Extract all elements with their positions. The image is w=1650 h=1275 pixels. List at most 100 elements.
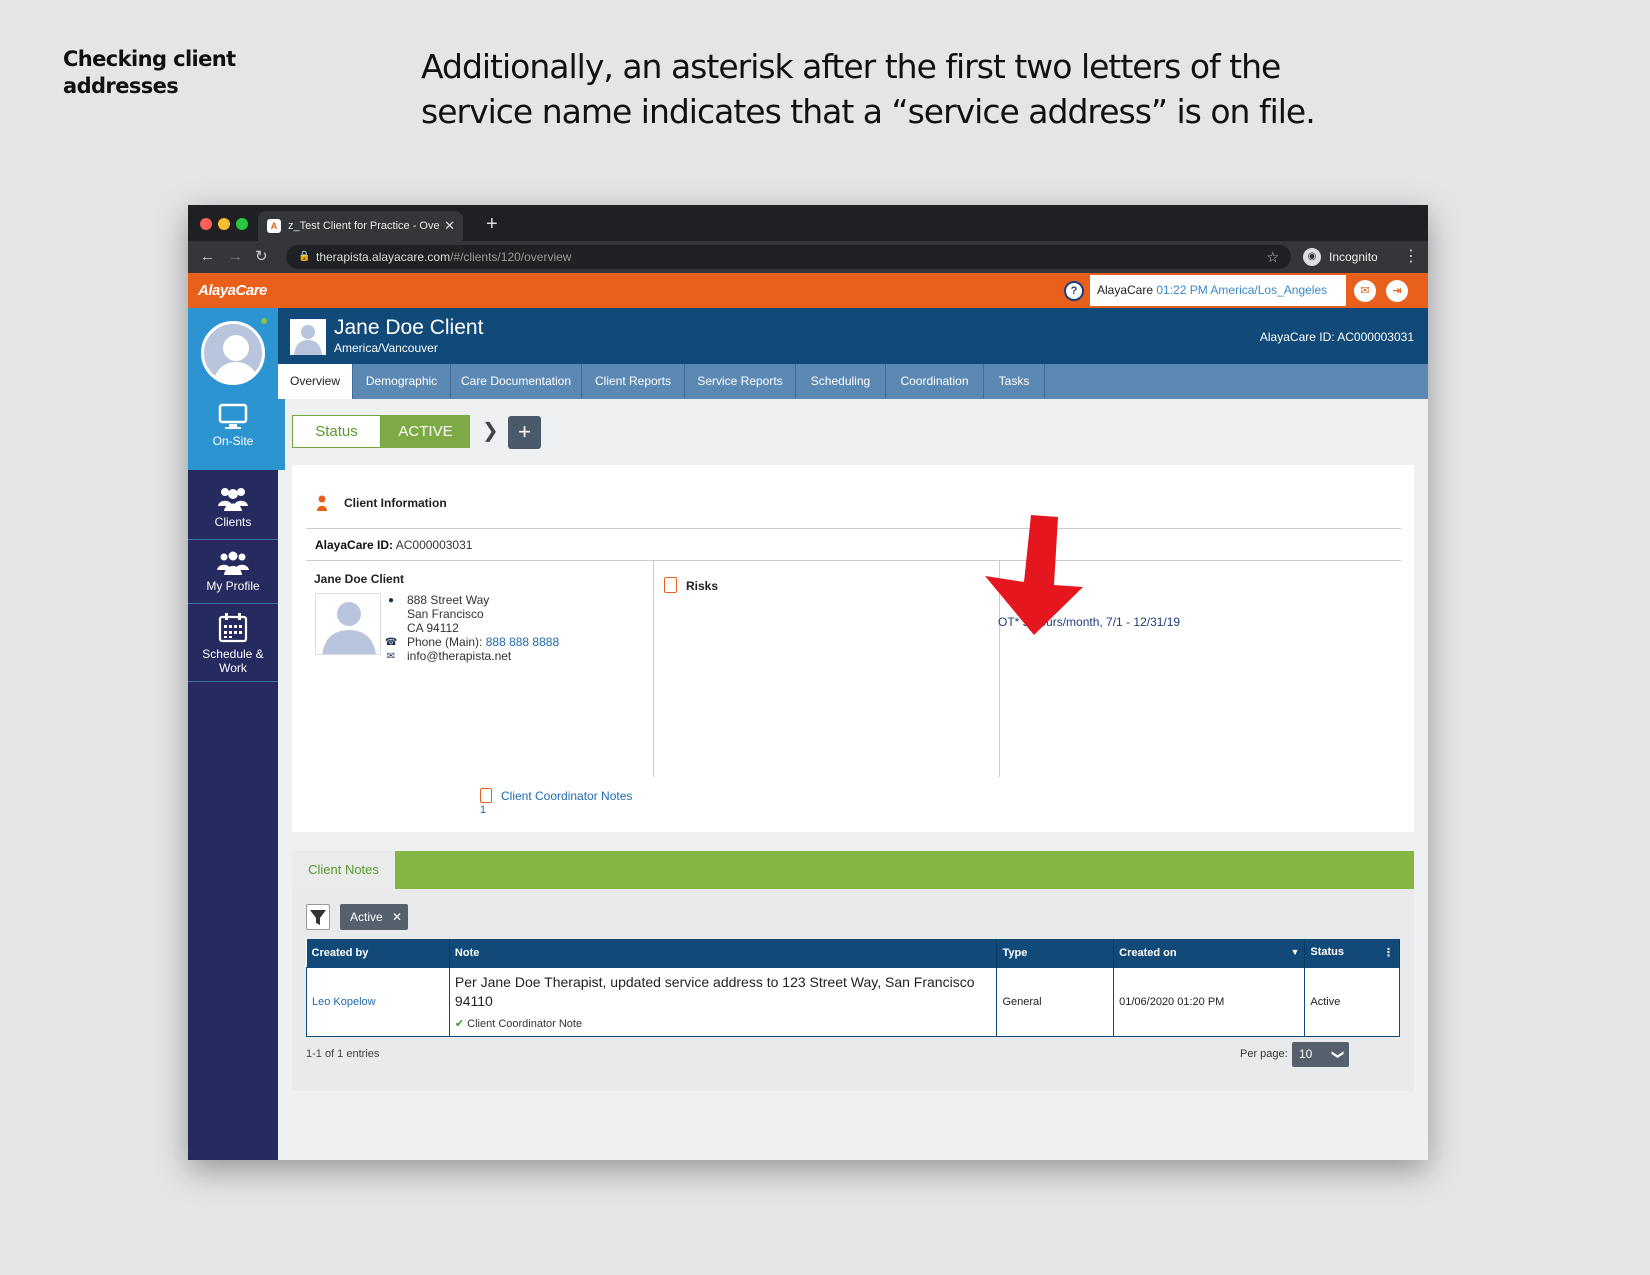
coordinator-notes-count: 1 bbox=[480, 804, 487, 816]
filter-icon bbox=[310, 910, 326, 925]
client-tabs: Overview Demographic Care Documentation … bbox=[278, 364, 1428, 399]
column-created-by[interactable]: Created by bbox=[306, 939, 450, 967]
clients-icon bbox=[218, 488, 248, 511]
user-info: AlayaCare 01:22 PM America/Los_Angeles bbox=[1090, 275, 1346, 306]
remove-filter-icon[interactable]: ✕ bbox=[392, 904, 402, 930]
maximize-window-icon[interactable] bbox=[236, 218, 248, 230]
tab-demographic[interactable]: Demographic bbox=[353, 364, 451, 399]
status-active-button[interactable]: ACTIVE bbox=[381, 415, 470, 448]
tab-tasks[interactable]: Tasks bbox=[984, 364, 1045, 399]
client-timezone: America/Vancouver bbox=[334, 341, 438, 355]
created-by-link[interactable]: Leo Kopelow bbox=[312, 996, 376, 1008]
client-name: Jane Doe Client bbox=[334, 316, 484, 339]
slide-label: Checking client addresses bbox=[63, 47, 236, 98]
slide-caption: Additionally, an asterisk after the firs… bbox=[421, 47, 1316, 131]
lock-icon: 🔒 bbox=[298, 251, 311, 262]
tab-overview[interactable]: Overview bbox=[278, 364, 353, 399]
tab-close-icon[interactable]: ✕ bbox=[444, 211, 455, 241]
column-note[interactable]: Note bbox=[449, 939, 998, 967]
client-card-photo bbox=[315, 593, 381, 655]
profile-icon bbox=[217, 551, 249, 575]
alayacare-id-value: AC000003031 bbox=[395, 538, 473, 552]
chevron-down-icon: ❯ bbox=[1331, 1049, 1346, 1060]
note-created-on: 01/06/2020 01:20 PM bbox=[1113, 966, 1306, 1037]
browser-menu-icon[interactable]: ⋮ bbox=[1403, 246, 1419, 266]
help-icon[interactable]: ? bbox=[1064, 281, 1084, 301]
email-icon: ✉ bbox=[386, 651, 396, 662]
status-button[interactable]: Status bbox=[292, 415, 381, 448]
sidebar-item-clients[interactable]: Clients bbox=[188, 474, 278, 540]
note-type-tag-label: Client Coordinator Note bbox=[467, 1018, 583, 1030]
sidebar-item-my-profile[interactable]: My Profile bbox=[188, 540, 278, 604]
per-page-value: 10 bbox=[1299, 1047, 1313, 1061]
note-type-tag: ✔ Client Coordinator Note bbox=[455, 1017, 992, 1030]
column-status[interactable]: Status ⋮ bbox=[1304, 939, 1400, 967]
address-line-2: San Francisco bbox=[407, 607, 484, 621]
alayacare-logo[interactable]: AlayaCare bbox=[198, 276, 267, 306]
bookmark-star-icon[interactable]: ☆ bbox=[1266, 245, 1279, 269]
client-coordinator-notes-link[interactable]: Client Coordinator Notes bbox=[501, 789, 632, 803]
notes-clipboard-icon bbox=[480, 788, 492, 803]
forward-icon[interactable]: → bbox=[228, 247, 243, 267]
column-type[interactable]: Type bbox=[996, 939, 1115, 967]
mail-icon[interactable]: ✉ bbox=[1354, 280, 1376, 302]
active-filter-chip[interactable]: Active ✕ bbox=[340, 904, 408, 930]
phone-row: Phone (Main): 888 888 8888 bbox=[407, 635, 559, 649]
tab-service-reports[interactable]: Service Reports bbox=[685, 364, 796, 399]
incognito-badge[interactable]: ◉ Incognito bbox=[1301, 245, 1378, 269]
address-line-1: 888 Street Way bbox=[407, 593, 490, 607]
divider bbox=[306, 528, 1401, 529]
divider bbox=[306, 560, 1401, 561]
sidebar-item-label-2: Work bbox=[219, 661, 247, 675]
url-field[interactable]: 🔒 therapista.alayacare.com/#/clients/120… bbox=[286, 245, 1291, 269]
url-host: therapista.alayacare.com bbox=[316, 250, 451, 264]
checkmark-icon: ✔ bbox=[454, 1018, 465, 1030]
app-area: AlayaCare ? AlayaCare 01:22 PM America/L… bbox=[188, 273, 1428, 1160]
filter-button[interactable] bbox=[306, 904, 330, 930]
tab-client-reports[interactable]: Client Reports bbox=[582, 364, 685, 399]
alayacare-id-label: AlayaCare ID: bbox=[315, 538, 394, 552]
sidebar-item-onsite[interactable]: On-Site bbox=[188, 403, 278, 448]
note-text: Per Jane Doe Therapist, updated service … bbox=[454, 974, 975, 1009]
per-page-select[interactable]: 10 ❯ bbox=[1292, 1042, 1349, 1067]
sidebar-item-label: Schedule & bbox=[202, 647, 264, 661]
avatar[interactable] bbox=[201, 321, 265, 385]
phone-label: Phone (Main): bbox=[407, 635, 483, 649]
minimize-window-icon[interactable] bbox=[218, 218, 230, 230]
incognito-icon: ◉ bbox=[1303, 248, 1321, 266]
column-created-on[interactable]: Created on ▼ bbox=[1113, 939, 1306, 967]
entries-count: 1-1 of 1 entries bbox=[306, 1048, 380, 1060]
notes-table: Created by Note Type Created on ▼ Status… bbox=[306, 939, 1400, 1037]
add-button[interactable]: + bbox=[508, 416, 541, 449]
monitor-icon bbox=[218, 403, 248, 429]
table-row[interactable]: Leo Kopelow Per Jane Doe Therapist, upda… bbox=[306, 966, 1400, 1037]
tab-client-notes[interactable]: Client Notes bbox=[292, 851, 395, 889]
sidebar-onsite-area: On-Site bbox=[188, 308, 285, 470]
sort-desc-icon[interactable]: ▼ bbox=[1290, 947, 1299, 957]
tab-scheduling[interactable]: Scheduling bbox=[796, 364, 886, 399]
tab-care-documentation[interactable]: Care Documentation bbox=[451, 364, 582, 399]
close-window-icon[interactable] bbox=[200, 218, 212, 230]
column-status-label: Status bbox=[1310, 946, 1345, 959]
note-type: General bbox=[996, 966, 1115, 1037]
column-menu-icon[interactable]: ⋮ bbox=[1383, 946, 1394, 959]
note-status: Active bbox=[1304, 966, 1400, 1037]
reload-icon[interactable]: ↻ bbox=[255, 247, 268, 267]
browser-tab-title: z_Test Client for Practice - Ove bbox=[288, 220, 440, 232]
sidebar-item-label: Clients bbox=[214, 515, 252, 529]
app-topbar: AlayaCare ? AlayaCare 01:22 PM America/L… bbox=[188, 273, 1428, 308]
online-status-dot bbox=[261, 318, 267, 324]
incognito-label: Incognito bbox=[1329, 250, 1378, 264]
user-time: 01:22 PM America/Los_Angeles bbox=[1156, 283, 1328, 297]
sidebar-item-schedule-work[interactable]: Schedule & Work bbox=[188, 604, 278, 682]
client-information-title: Client Information bbox=[344, 496, 447, 510]
back-icon[interactable]: ← bbox=[200, 247, 215, 267]
chevron-right-icon[interactable]: ❯ bbox=[482, 416, 499, 446]
logout-icon[interactable]: ⇥ bbox=[1386, 280, 1408, 302]
browser-tab[interactable]: A z_Test Client for Practice - Ove ✕ bbox=[258, 211, 463, 241]
phone-link[interactable]: 888 888 8888 bbox=[486, 635, 559, 649]
tab-coordination[interactable]: Coordination bbox=[886, 364, 984, 399]
new-tab-icon[interactable]: + bbox=[486, 211, 498, 237]
client-card-name: Jane Doe Client bbox=[314, 572, 405, 586]
red-arrow-annotation bbox=[985, 515, 1083, 635]
